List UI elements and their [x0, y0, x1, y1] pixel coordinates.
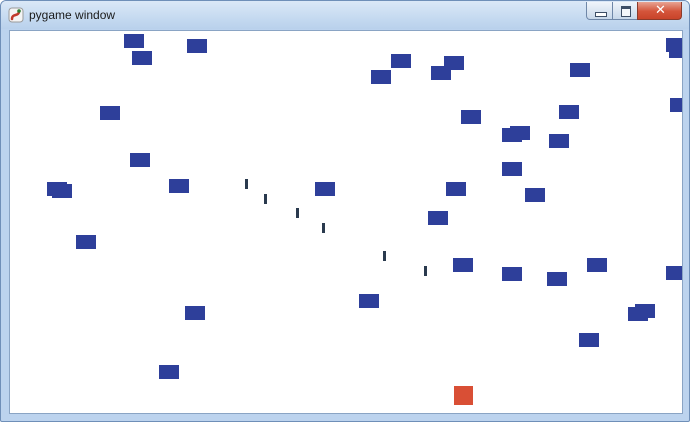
enemy-sprite: [185, 306, 205, 320]
enemy-sprite: [52, 184, 72, 198]
enemy-sprite: [359, 294, 379, 308]
maximize-icon: [621, 6, 631, 17]
enemy-sprite: [315, 182, 335, 196]
pygame-window: pygame window ✕: [0, 0, 690, 422]
minimize-icon: [595, 12, 607, 17]
maximize-button[interactable]: [612, 2, 638, 20]
enemy-sprite: [124, 34, 144, 48]
enemy-sprite: [570, 63, 590, 77]
enemy-sprite: [461, 110, 481, 124]
close-icon: ✕: [655, 3, 666, 18]
enemy-sprite: [628, 307, 648, 321]
enemy-sprite: [76, 235, 96, 249]
pygame-snake-icon: [8, 7, 24, 23]
bullet-sprite: [296, 208, 299, 218]
enemy-sprite: [159, 365, 179, 379]
enemy-sprite: [510, 126, 530, 140]
enemy-sprite: [559, 105, 579, 119]
enemy-sprite: [130, 153, 150, 167]
window-title: pygame window: [29, 8, 116, 22]
minimize-button[interactable]: [586, 2, 613, 20]
enemy-sprite: [547, 272, 567, 286]
enemy-sprite: [132, 51, 152, 65]
close-button[interactable]: ✕: [637, 2, 682, 20]
enemy-sprite: [525, 188, 545, 202]
enemy-sprite: [187, 39, 207, 53]
enemy-sprite: [670, 98, 682, 112]
enemy-sprite: [453, 258, 473, 272]
game-canvas[interactable]: [9, 30, 683, 414]
enemy-sprite: [587, 258, 607, 272]
player-sprite[interactable]: [454, 386, 473, 405]
enemy-sprite: [169, 179, 189, 193]
enemy-sprite: [371, 70, 391, 84]
enemy-sprite: [502, 267, 522, 281]
enemy-sprite: [666, 266, 682, 280]
enemy-sprite: [669, 44, 682, 58]
title-bar[interactable]: pygame window ✕: [1, 1, 689, 29]
enemy-sprite: [391, 54, 411, 68]
enemy-sprite: [502, 162, 522, 176]
bullet-sprite: [245, 179, 248, 189]
enemy-sprite: [431, 66, 451, 80]
enemy-sprite: [446, 182, 466, 196]
bullet-sprite: [383, 251, 386, 261]
enemy-sprite: [100, 106, 120, 120]
enemy-sprite: [579, 333, 599, 347]
bullet-sprite: [424, 266, 427, 276]
bullet-sprite: [264, 194, 267, 204]
bullet-sprite: [322, 223, 325, 233]
enemy-sprite: [428, 211, 448, 225]
enemy-sprite: [549, 134, 569, 148]
